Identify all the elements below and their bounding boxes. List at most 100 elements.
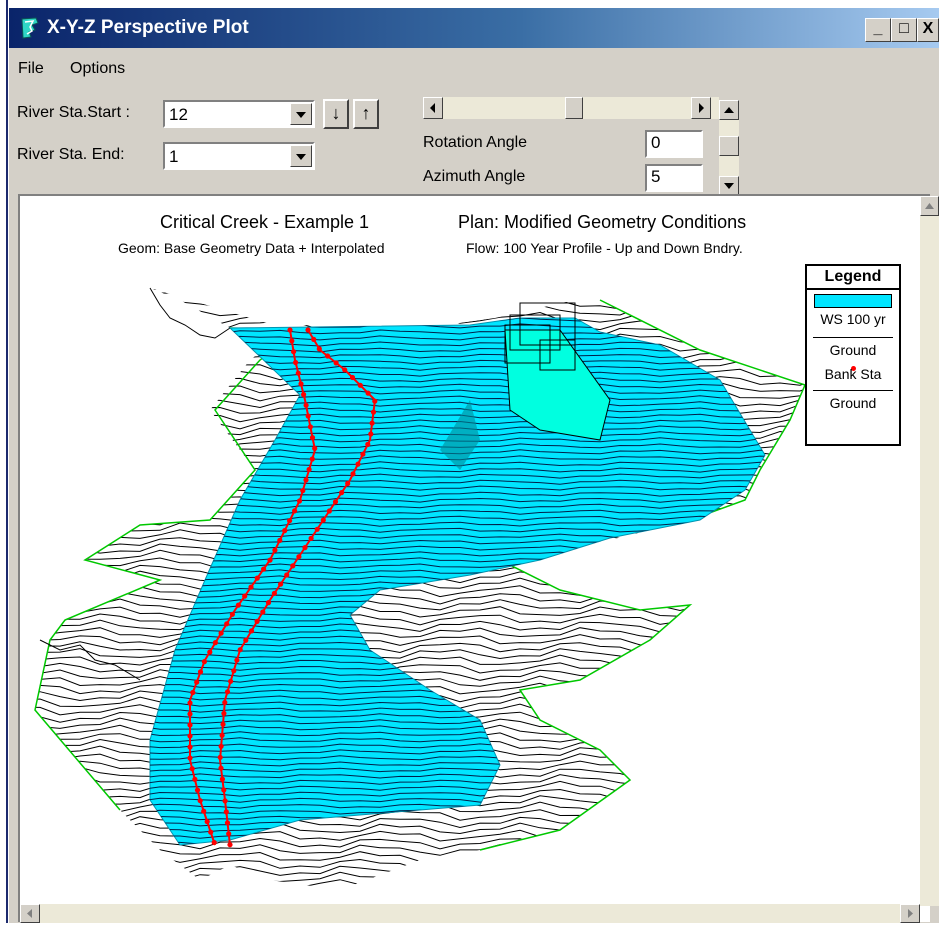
surface-contour-line: [35, 619, 805, 633]
bank-station-marker: [226, 831, 232, 837]
bank-station-marker: [208, 829, 214, 835]
bank-station-marker: [224, 689, 231, 695]
legend-bank-dot: [807, 358, 899, 371]
bank-station-marker: [218, 765, 224, 771]
surface-contour-line: [35, 843, 805, 857]
bank-station-marker: [368, 431, 374, 437]
bank-station-marker: [272, 547, 278, 553]
bank-station-marker: [312, 445, 318, 451]
surface-contour-line: [35, 598, 805, 612]
water-surface: [149, 317, 766, 846]
bank-station-marker: [235, 602, 241, 608]
bank-station-marker: [369, 420, 375, 426]
bank-station-marker: [293, 359, 299, 366]
bank-station-marker: [190, 689, 196, 696]
bank-station-marker: [287, 327, 293, 333]
bank-station-marker: [355, 461, 361, 467]
bank-station-marker: [271, 590, 277, 596]
surface-contour-line: [35, 288, 805, 296]
bank-station-marker: [231, 668, 237, 674]
bank-station-marker: [320, 517, 326, 523]
bank-station-marker: [296, 498, 303, 504]
perspective-plot-graphic: [34, 287, 807, 890]
bank-station-marker: [192, 776, 198, 783]
bank-station-marker: [309, 456, 315, 462]
bank-station-marker: [308, 535, 314, 542]
bank-station-marker: [332, 499, 339, 505]
bank-station-marker: [254, 575, 260, 581]
bank-station-marker: [189, 766, 195, 772]
bank-station-marker: [278, 581, 284, 587]
bank-station-marker: [260, 609, 266, 615]
surface-contour-line: [35, 626, 805, 639]
bank-station-marker: [277, 537, 283, 544]
bank-station-marker: [291, 349, 297, 355]
surface-contour-line: [35, 591, 805, 605]
bank-station-marker: [221, 787, 227, 793]
legend: Legend WS 100 yr Ground Bank Sta Ground: [805, 264, 901, 446]
bank-station-marker: [349, 374, 356, 381]
bank-station-marker: [207, 649, 213, 655]
legend-item-water: WS 100 yr: [820, 311, 886, 327]
bank-station-marker: [305, 327, 311, 333]
bank-station-marker: [311, 336, 317, 342]
bank-station-marker: [218, 743, 224, 749]
legend-title: Legend: [824, 268, 882, 285]
bank-station-marker: [365, 441, 371, 447]
bank-station-marker: [292, 508, 298, 514]
bank-station-marker: [219, 776, 225, 782]
surface-contour-line: [35, 850, 805, 863]
bank-station-marker: [227, 842, 233, 848]
bank-station-marker: [224, 820, 231, 826]
legend-item-ground: Ground: [829, 342, 877, 358]
bank-station-marker: [370, 409, 377, 415]
bank-station-marker: [187, 755, 193, 761]
bank-station-marker: [197, 669, 204, 675]
bank-station-marker: [222, 699, 228, 706]
bank-station-marker: [345, 480, 351, 487]
bank-station-marker: [339, 490, 345, 496]
surface-contour-line: [35, 584, 805, 598]
bank-station-marker: [222, 798, 228, 804]
bank-station-marker: [302, 545, 308, 551]
bank-station-marker: [217, 754, 223, 760]
bank-station-marker: [300, 488, 306, 494]
bank-station-marker: [290, 563, 296, 569]
bank-station-marker: [316, 346, 322, 352]
bank-station-marker: [218, 630, 224, 636]
bank-station-marker: [194, 679, 200, 685]
bank-station-marker: [295, 370, 301, 376]
bank-station-marker: [301, 391, 307, 398]
bank-station-marker: [187, 744, 193, 750]
bank-station-marker: [212, 640, 218, 646]
bank-station-marker: [187, 700, 193, 706]
surface-contour-line: [35, 311, 805, 325]
bank-station-marker: [360, 451, 366, 457]
bank-station-marker: [219, 732, 225, 738]
bank-station-marker: [287, 518, 293, 524]
bank-station-marker: [254, 618, 260, 625]
bank-station-marker: [237, 647, 243, 653]
surface-contour-line: [35, 304, 805, 317]
surface-contour-line: [35, 864, 805, 878]
legend-item-ground-2: Ground: [829, 395, 877, 411]
bank-station-marker: [201, 659, 207, 665]
bank-station-marker: [372, 398, 378, 404]
bank-station-marker: [306, 466, 312, 473]
bank-station-marker: [220, 721, 226, 728]
bank-station-marker: [197, 798, 203, 804]
bank-station-marker: [248, 584, 254, 590]
bank-station-marker: [305, 413, 311, 419]
bank-station-marker: [204, 819, 210, 825]
surface-contour-line: [35, 829, 805, 843]
bank-station-marker: [267, 557, 273, 563]
surface-contour-line: [35, 871, 805, 884]
bank-station-marker: [234, 657, 240, 663]
surface-contour-line: [35, 297, 805, 311]
bank-station-marker: [228, 678, 234, 684]
surface-contour-line: [35, 857, 805, 871]
bank-station-marker: [265, 600, 272, 606]
surface-contour-line: [35, 878, 805, 890]
bank-station-marker: [314, 526, 320, 532]
bank-station-marker: [303, 477, 309, 483]
